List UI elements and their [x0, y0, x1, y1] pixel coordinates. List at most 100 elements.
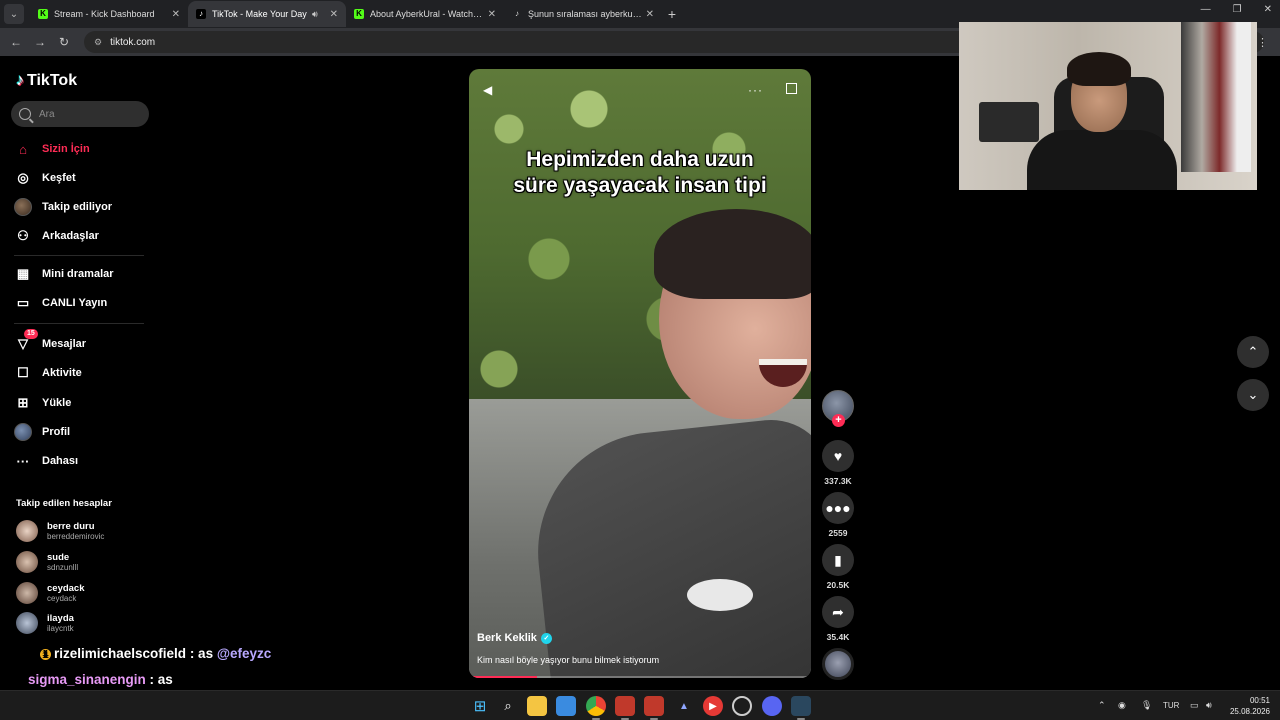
- next-video-button[interactable]: ⌄: [1237, 379, 1269, 411]
- chat-message: 1 rizelimichaelscofield : as @efeyzc: [40, 646, 271, 661]
- like-button[interactable]: ♥: [822, 440, 854, 472]
- following-avatar-icon: [14, 198, 32, 216]
- nav-label: Keşfet: [42, 172, 76, 184]
- messages-badge: 15: [24, 329, 38, 339]
- steam-icon[interactable]: [791, 696, 811, 720]
- close-tab-icon[interactable]: ✕: [488, 9, 496, 20]
- speaker-icon[interactable]: 🔊︎: [312, 9, 318, 20]
- reload-icon[interactable]: ↻: [52, 35, 76, 49]
- nav-messages[interactable]: ▽ 15 Mesajlar: [14, 329, 86, 355]
- app-icon[interactable]: ▲: [674, 696, 694, 716]
- nav-following[interactable]: Takip ediliyor: [14, 196, 112, 218]
- photos-icon[interactable]: [556, 696, 576, 716]
- speaker-icon[interactable]: 🔊︎: [1206, 700, 1212, 711]
- account-username: ceydack: [47, 593, 77, 603]
- minimize-icon[interactable]: —: [1201, 4, 1211, 15]
- microphone-icon[interactable]: 🎙︎: [1141, 700, 1152, 711]
- sidebar-divider: [14, 323, 144, 324]
- tray-discord-icon[interactable]: ◉: [1118, 700, 1126, 711]
- tab-search-button[interactable]: ⌄: [4, 4, 24, 24]
- caption-line: süre yaşayacak insan tipi: [513, 174, 767, 197]
- nav-activity[interactable]: ☐ Aktivite: [14, 362, 82, 384]
- tiktok-logo[interactable]: ♪ TikTok: [16, 72, 77, 90]
- close-tab-icon[interactable]: ✕: [172, 9, 180, 20]
- nav-mini-dramas[interactable]: ▦ Mini dramalar: [14, 263, 114, 285]
- discord-icon[interactable]: [762, 696, 782, 716]
- site-info-icon[interactable]: ⚙: [94, 37, 102, 48]
- follow-plus-icon[interactable]: +: [832, 414, 845, 427]
- restore-icon[interactable]: ❐: [1233, 4, 1242, 15]
- nav-more[interactable]: ··· Dahası: [14, 450, 79, 472]
- following-account[interactable]: sude sdnzunlll: [16, 550, 156, 574]
- account-username: berreddemirovic: [47, 531, 105, 541]
- music-disc-icon[interactable]: [822, 648, 854, 680]
- file-explorer-icon[interactable]: [527, 696, 547, 716]
- save-count: 20.5K: [826, 580, 850, 590]
- nav-friends[interactable]: ⚇ Arkadaşlar: [14, 225, 99, 247]
- video-player[interactable]: Hepimizden daha uzun süre yaşayacak insa…: [469, 69, 811, 678]
- search-input[interactable]: Ara: [11, 101, 149, 127]
- avatar: [16, 612, 38, 634]
- share-button[interactable]: ➦: [822, 596, 854, 628]
- chrome-icon[interactable]: [586, 696, 606, 720]
- video-frame-person-hair: [654, 209, 811, 299]
- tab-tiktok-search[interactable]: ♪ Şunun sıralaması ayberkural | Y ✕: [504, 1, 662, 27]
- comment-button[interactable]: ●●●: [822, 492, 854, 524]
- fullscreen-icon[interactable]: [786, 83, 797, 94]
- nav-label: CANLI Yayın: [42, 297, 108, 309]
- following-account[interactable]: ceydack ceydack: [16, 581, 156, 605]
- system-clock[interactable]: 00:51 25.08.2026: [1226, 695, 1270, 717]
- tab-kick-about[interactable]: K About AyberkUral - Watch Live ✕: [346, 1, 504, 27]
- sidebar-divider: [14, 255, 144, 256]
- more-options-icon[interactable]: ···: [748, 83, 763, 97]
- following-account[interactable]: ilayda ilaycntk: [16, 611, 156, 635]
- media-player-icon[interactable]: ▶: [703, 696, 723, 716]
- comment-count: 2559: [828, 528, 848, 538]
- chevron-up-icon: ⌃: [1247, 344, 1259, 359]
- window-controls: — ❐ ✕: [1201, 4, 1272, 15]
- new-tab-button[interactable]: +: [662, 6, 682, 22]
- following-accounts-title: Takip edilen hesaplar: [16, 498, 112, 509]
- clock-date: 25.08.2026: [1229, 707, 1270, 716]
- video-author[interactable]: Berk Keklik ✓: [477, 632, 552, 644]
- browser-menu-icon[interactable]: ⋮: [1257, 36, 1268, 49]
- app-icon[interactable]: [615, 696, 635, 720]
- forward-arrow-icon[interactable]: →: [28, 35, 52, 49]
- nav-upload[interactable]: ⊞ Yükle: [14, 392, 72, 414]
- caption-line: Hepimizden daha uzun: [526, 148, 754, 171]
- close-window-icon[interactable]: ✕: [1264, 4, 1272, 15]
- app-icon[interactable]: [732, 696, 752, 716]
- nav-for-you[interactable]: ⌂ Sizin İçin: [14, 138, 90, 160]
- windows-start-icon[interactable]: ⊞: [470, 696, 490, 716]
- chat-message: sigma_sinanengin : as: [28, 672, 173, 687]
- nav-label: Dahası: [42, 455, 79, 467]
- close-tab-icon[interactable]: ✕: [646, 9, 654, 20]
- tab-tiktok[interactable]: ♪ TikTok - Make Your Day 🔊︎ ✕: [188, 1, 346, 27]
- kick-icon: K: [354, 9, 364, 19]
- volume-icon[interactable]: ◀: [483, 83, 492, 97]
- webcam-background-speaker: [979, 102, 1039, 142]
- app-icon[interactable]: [644, 696, 664, 720]
- close-tab-icon[interactable]: ✕: [330, 9, 338, 20]
- save-button[interactable]: ▮: [822, 544, 854, 576]
- webcam-streamer-body: [1027, 130, 1177, 190]
- nav-explore[interactable]: ◎ Keşfet: [14, 167, 76, 189]
- tab-kick-dashboard[interactable]: K Stream - Kick Dashboard ✕: [30, 1, 188, 27]
- tray-expand-icon[interactable]: ⌃: [1098, 700, 1106, 711]
- nav-live[interactable]: ▭ CANLI Yayın: [14, 292, 107, 314]
- video-progress-bar[interactable]: [469, 676, 811, 678]
- bookmark-icon: ▮: [834, 551, 842, 568]
- address-text: tiktok.com: [110, 36, 156, 48]
- following-account[interactable]: berre duru berreddemirovic: [16, 519, 156, 543]
- search-icon: [19, 108, 31, 120]
- like-count: 337.3K: [824, 476, 852, 486]
- share-count: 35.4K: [826, 632, 850, 642]
- back-arrow-icon[interactable]: ←: [4, 35, 28, 49]
- previous-video-button[interactable]: ⌃: [1237, 336, 1269, 368]
- nav-profile[interactable]: Profil: [14, 421, 70, 443]
- language-indicator[interactable]: TUR: [1163, 701, 1179, 710]
- taskbar-search-icon[interactable]: ⌕: [498, 696, 518, 716]
- display-icon[interactable]: ▭: [1190, 700, 1199, 711]
- tiktok-icon: ♪: [196, 9, 206, 19]
- video-description: Kim nasıl böyle yaşıyor bunu bilmek isti…: [477, 655, 660, 665]
